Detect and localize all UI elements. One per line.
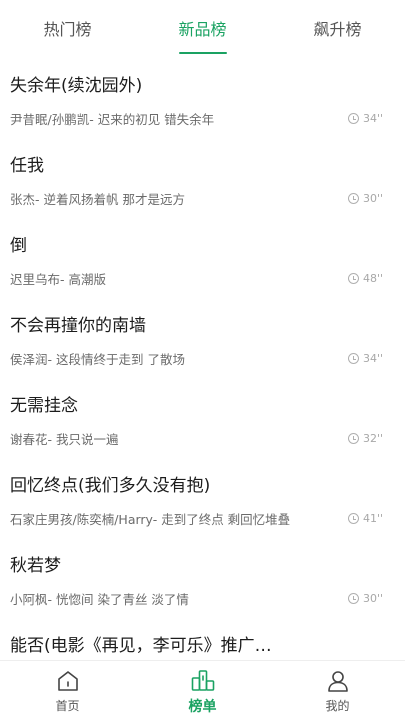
duration-text: 30'' bbox=[362, 192, 383, 205]
song-subtitle: 侯泽润- 这段情终于走到 了散场 bbox=[10, 352, 185, 367]
duration-text: 34'' bbox=[362, 112, 383, 125]
song-subtitle: 小阿枫- 恍惚间 染了青丝 淡了情 bbox=[10, 592, 189, 607]
list-item[interactable]: 回忆终点(我们多久没有抱) 石家庄男孩/陈奕楠/Harry- 走到了终点 剩回忆… bbox=[0, 464, 405, 544]
list-item[interactable]: 失余年(续沈园外) 尹昔眠/孙鹏凯- 迟来的初见 错失余年 34'' bbox=[0, 64, 405, 144]
song-duration: 34'' bbox=[347, 112, 383, 125]
song-duration: 30'' bbox=[347, 192, 383, 205]
duration-text: 32'' bbox=[362, 432, 383, 445]
song-duration: 34'' bbox=[347, 352, 383, 365]
song-list[interactable]: 失余年(续沈园外) 尹昔眠/孙鹏凯- 迟来的初见 错失余年 34'' 任我 张杰… bbox=[0, 64, 405, 656]
tab-new[interactable]: 新品榜 bbox=[135, 0, 270, 60]
song-subtitle: 谢春花- 我只说一遍 bbox=[10, 432, 119, 447]
clock-icon bbox=[347, 353, 359, 364]
song-duration: 32'' bbox=[347, 432, 383, 445]
bottom-nav: 首页 榜单 我的 bbox=[0, 660, 405, 720]
list-item[interactable]: 秋若梦 小阿枫- 恍惚间 染了青丝 淡了情 30'' bbox=[0, 544, 405, 624]
duration-text: 41'' bbox=[362, 512, 383, 525]
clock-icon bbox=[347, 193, 359, 204]
profile-icon bbox=[327, 671, 348, 692]
nav-charts[interactable]: 榜单 bbox=[135, 661, 270, 720]
home-icon bbox=[57, 671, 78, 691]
clock-icon bbox=[347, 433, 359, 444]
list-item[interactable]: 任我 张杰- 逆着风扬着帆 那才是远方 30'' bbox=[0, 144, 405, 224]
song-title: 回忆终点(我们多久没有抱) bbox=[10, 476, 211, 496]
chart-tabs: 热门榜 新品榜 飙升榜 bbox=[0, 0, 405, 60]
duration-text: 48'' bbox=[362, 272, 383, 285]
song-title: 能否(电影《再见，李可乐》推广… bbox=[10, 636, 272, 656]
song-subtitle: 张杰- 逆着风扬着帆 那才是远方 bbox=[10, 192, 185, 207]
active-tab-indicator bbox=[178, 52, 227, 54]
list-item[interactable]: 能否(电影《再见，李可乐》推广… bbox=[0, 624, 405, 656]
song-subtitle: 石家庄男孩/陈奕楠/Harry- 走到了终点 剩回忆堆叠 bbox=[10, 512, 291, 527]
tab-rising[interactable]: 飙升榜 bbox=[270, 0, 405, 60]
chart-icon bbox=[191, 670, 214, 691]
nav-charts-label: 榜单 bbox=[188, 699, 217, 715]
song-title: 无需挂念 bbox=[10, 396, 78, 416]
duration-text: 34'' bbox=[362, 352, 383, 365]
clock-icon bbox=[347, 513, 359, 524]
song-title: 任我 bbox=[10, 156, 44, 176]
nav-home[interactable]: 首页 bbox=[0, 661, 135, 720]
nav-profile-label: 我的 bbox=[325, 699, 350, 713]
song-title: 失余年(续沈园外) bbox=[10, 76, 143, 96]
list-item[interactable]: 倒 迟里乌布- 高潮版 48'' bbox=[0, 224, 405, 304]
list-item[interactable]: 无需挂念 谢春花- 我只说一遍 32'' bbox=[0, 384, 405, 464]
duration-text: 30'' bbox=[362, 592, 383, 605]
nav-profile[interactable]: 我的 bbox=[270, 661, 405, 720]
tab-new-label: 新品榜 bbox=[178, 20, 227, 39]
song-duration: 30'' bbox=[347, 592, 383, 605]
song-subtitle: 尹昔眠/孙鹏凯- 迟来的初见 错失余年 bbox=[10, 112, 215, 127]
song-subtitle: 迟里乌布- 高潮版 bbox=[10, 272, 106, 287]
song-title: 秋若梦 bbox=[10, 556, 61, 576]
tab-rising-label: 飙升榜 bbox=[313, 20, 362, 39]
song-title: 倒 bbox=[10, 236, 27, 256]
clock-icon bbox=[347, 593, 359, 604]
song-title: 不会再撞你的南墙 bbox=[10, 316, 146, 336]
clock-icon bbox=[347, 273, 359, 284]
nav-home-label: 首页 bbox=[55, 699, 80, 713]
song-duration: 48'' bbox=[347, 272, 383, 285]
clock-icon bbox=[347, 113, 359, 124]
tab-hot-label: 热门榜 bbox=[43, 20, 92, 39]
tab-hot[interactable]: 热门榜 bbox=[0, 0, 135, 60]
list-item[interactable]: 不会再撞你的南墙 侯泽润- 这段情终于走到 了散场 34'' bbox=[0, 304, 405, 384]
song-duration: 41'' bbox=[347, 512, 383, 525]
